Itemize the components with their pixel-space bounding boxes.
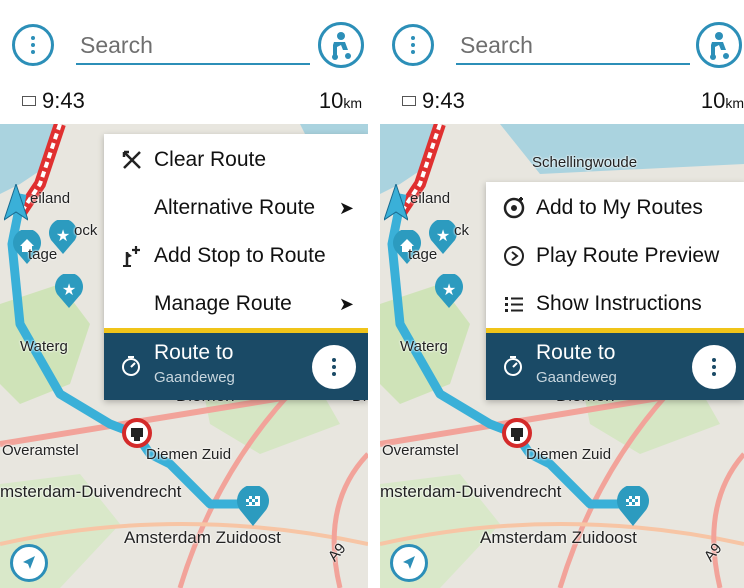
map-label: tage — [408, 246, 438, 263]
route-destination: Gaandeweg — [154, 369, 235, 386]
route-panel[interactable]: Route to Gaandeweg — [486, 328, 744, 400]
my-routes-icon — [502, 196, 526, 220]
svg-text:★: ★ — [56, 226, 70, 245]
current-position-icon — [384, 184, 408, 222]
clear-route-item[interactable]: Clear Route — [104, 136, 368, 184]
scooter-mode-button[interactable] — [696, 22, 742, 68]
distance-value: 10 — [700, 88, 726, 113]
route-destination: Gaandeweg — [536, 369, 617, 386]
destination-flag-icon[interactable] — [616, 486, 650, 526]
map-label: Diemen Zuid — [146, 446, 232, 463]
play-preview-icon — [502, 244, 526, 268]
clear-route-icon — [120, 148, 144, 172]
add-to-my-routes-item[interactable]: Add to My Routes — [486, 184, 744, 232]
remaining-distance: 10km — [701, 88, 744, 114]
map-label: ck — [454, 222, 469, 239]
map-label: Waterg — [400, 338, 448, 355]
favorite-star-icon[interactable]: ★ — [54, 274, 84, 308]
navigation-arrow-icon — [23, 556, 35, 569]
instructions-icon — [502, 292, 526, 316]
map-label: Amsterdam Zuidoost — [124, 528, 281, 547]
scooter-icon — [710, 32, 729, 60]
arrival-flag-icon — [402, 96, 416, 106]
map-label: Overamstel — [2, 442, 79, 459]
speed-camera-icon[interactable] — [502, 418, 532, 448]
route-panel[interactable]: Route to Gaandeweg — [104, 328, 368, 400]
remaining-distance: 10km — [319, 88, 362, 114]
map-label: Schellingwoude — [532, 154, 638, 171]
menu-item-label: Clear Route — [154, 148, 267, 171]
route-menu: Add to My Routes Play Route Preview Show… — [486, 182, 744, 400]
map-label: Diemen Zuid — [526, 446, 612, 463]
distance-unit: km — [725, 95, 744, 111]
map-label: msterdam-Duivendrecht — [0, 482, 182, 501]
menu-item-label: Add to My Routes — [536, 196, 703, 219]
main-menu-button[interactable] — [392, 24, 434, 66]
route-menu: Clear Route Alternative Route ➤ Add Stop… — [104, 134, 368, 400]
map-label: ock — [74, 222, 98, 239]
route-title: Route to — [154, 341, 234, 364]
route-timer-icon — [504, 356, 522, 376]
alternative-route-item[interactable]: Alternative Route ➤ — [104, 184, 368, 232]
destination-flag-icon[interactable] — [236, 486, 270, 526]
show-instructions-item[interactable]: Show Instructions — [486, 280, 744, 328]
more-dots-icon — [332, 358, 336, 376]
svg-text:★: ★ — [436, 226, 450, 245]
menu-item-label: Add Stop to Route — [154, 244, 326, 267]
menu-item-label: Alternative Route — [154, 196, 316, 219]
add-stop-item[interactable]: Add Stop to Route — [104, 232, 368, 280]
scooter-icon — [332, 32, 351, 60]
locate-button[interactable] — [10, 544, 48, 582]
arrival-time: 9:43 — [422, 88, 465, 113]
search-input[interactable] — [76, 27, 310, 65]
play-route-preview-item[interactable]: Play Route Preview — [486, 232, 744, 280]
map-label: eiland — [30, 190, 71, 207]
arrival-flag-icon — [22, 96, 36, 106]
map-label: tage — [28, 246, 58, 263]
more-dots-icon — [712, 358, 716, 376]
locate-button[interactable] — [390, 544, 428, 582]
speed-camera-icon[interactable] — [122, 418, 152, 448]
route-more-button[interactable] — [312, 345, 356, 389]
svg-text:★: ★ — [442, 280, 456, 299]
more-dots-icon — [31, 36, 35, 54]
route-title: Route to — [536, 341, 616, 364]
map-label: Amsterdam Zuidoost — [480, 528, 637, 547]
chevron-right-icon: ➤ — [338, 293, 354, 314]
search-input[interactable] — [456, 27, 690, 65]
navigation-arrow-icon — [403, 556, 415, 569]
menu-item-label: Show Instructions — [536, 292, 702, 315]
map-label: Waterg — [20, 338, 68, 355]
manage-route-item[interactable]: Manage Route ➤ — [104, 280, 368, 328]
menu-item-label: Manage Route — [154, 292, 292, 315]
menu-item-label: Play Route Preview — [536, 244, 720, 267]
distance-unit: km — [343, 95, 362, 111]
distance-value: 10 — [318, 88, 344, 113]
add-stop-icon — [120, 244, 144, 268]
svg-text:★: ★ — [62, 280, 76, 299]
route-more-button[interactable] — [692, 345, 736, 389]
map-label: msterdam-Duivendrecht — [380, 482, 562, 501]
scooter-mode-button[interactable] — [318, 22, 364, 68]
screen-divider — [369, 0, 380, 588]
current-position-icon — [4, 184, 28, 222]
map-label: Overamstel — [382, 442, 459, 459]
right-screen: 9:43 10km ★ ★ — [380, 0, 744, 588]
more-dots-icon — [411, 36, 415, 54]
arrival-time: 9:43 — [42, 88, 85, 113]
map-label: eiland — [410, 190, 451, 207]
favorite-star-icon[interactable]: ★ — [434, 274, 464, 308]
chevron-right-icon: ➤ — [338, 197, 354, 218]
route-timer-icon — [122, 356, 140, 376]
left-screen: 9:43 10km ★ — [0, 0, 368, 588]
main-menu-button[interactable] — [12, 24, 54, 66]
